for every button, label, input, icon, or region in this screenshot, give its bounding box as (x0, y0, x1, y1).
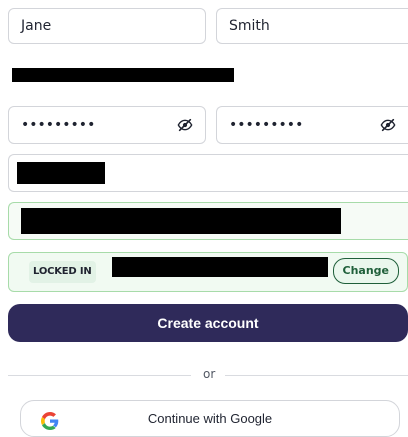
locked-in-tag: LOCKED IN (29, 261, 96, 283)
last-name-value: Smith (229, 18, 270, 34)
locked-in-redaction (112, 257, 328, 277)
divider-or: or (203, 367, 216, 381)
redacted-field[interactable] (8, 154, 408, 192)
eye-slash-icon[interactable] (177, 117, 193, 133)
divider-right (225, 375, 408, 376)
continue-with-google-label: Continue with Google (147, 411, 273, 426)
first-name-field[interactable]: Jane (8, 8, 206, 44)
password-field[interactable]: ••••••••• (8, 106, 206, 144)
divider-left (8, 375, 191, 376)
confirm-password-field[interactable]: ••••••••• (216, 106, 408, 144)
locked-in-row: LOCKED IN Change (8, 252, 408, 292)
last-name-field[interactable]: Smith (216, 8, 408, 44)
first-name-value: Jane (21, 18, 52, 34)
verified-redaction (21, 208, 341, 234)
confirm-password-mask: ••••••••• (229, 117, 304, 133)
eye-slash-icon[interactable] (380, 117, 396, 133)
change-button[interactable]: Change (332, 258, 399, 284)
verified-field[interactable] (8, 202, 408, 240)
create-account-button[interactable]: Create account (8, 304, 408, 342)
continue-with-google-button[interactable]: Continue with Google (20, 400, 400, 437)
google-g-logo-icon (41, 412, 59, 430)
redacted-value (17, 162, 105, 184)
email-field[interactable] (8, 56, 408, 94)
email-redaction (12, 68, 234, 82)
password-mask: ••••••••• (21, 117, 96, 133)
